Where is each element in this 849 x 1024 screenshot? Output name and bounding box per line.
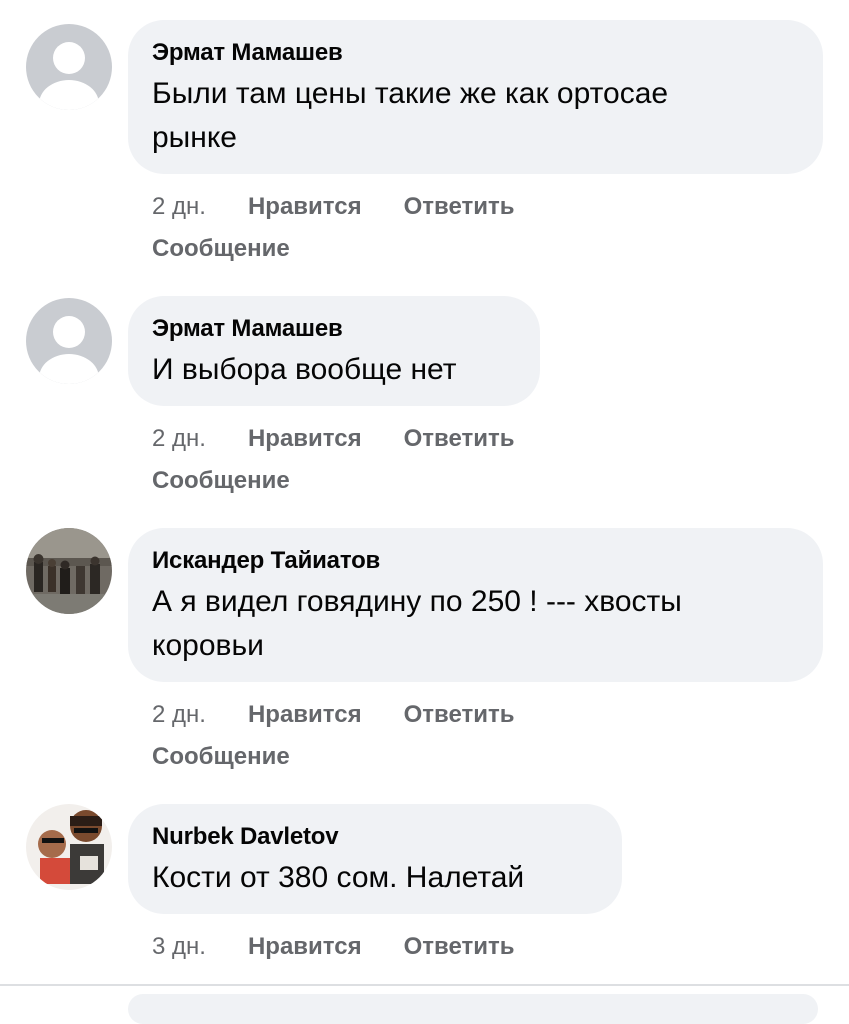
avatar[interactable] bbox=[26, 804, 112, 890]
comment-text-line: Были там цены такие же как ортосае bbox=[152, 77, 669, 110]
comment-author[interactable]: Искандер Тайиатов bbox=[152, 546, 799, 576]
avatar[interactable] bbox=[26, 298, 112, 384]
default-profile-icon bbox=[26, 298, 112, 384]
message-button[interactable]: Сообщение bbox=[152, 228, 290, 270]
comment-timestamp[interactable]: 2 дн. bbox=[152, 694, 206, 736]
like-button[interactable]: Нравится bbox=[248, 418, 362, 460]
divider bbox=[0, 984, 849, 986]
reply-button[interactable]: Ответить bbox=[404, 694, 515, 736]
comment-text-line: коровьи bbox=[152, 629, 264, 662]
user-photo bbox=[26, 804, 112, 890]
reply-button[interactable]: Ответить bbox=[404, 186, 515, 228]
comment-text: И выбора вообще нет bbox=[152, 353, 457, 386]
comment-bubble-partial bbox=[128, 994, 818, 1024]
comment-timestamp[interactable]: 2 дн. bbox=[152, 186, 206, 228]
comment-bubble: Nurbek Davletov Кости от 380 сом. Налета… bbox=[128, 804, 622, 914]
comment-text-line: рынке bbox=[152, 121, 237, 154]
comment-actions: 2 дн. Нравится Ответить Сообщение bbox=[152, 186, 752, 270]
like-button[interactable]: Нравится bbox=[248, 694, 362, 736]
comment-text: Кости от 380 сом. Налетай bbox=[152, 861, 525, 894]
message-button[interactable]: Сообщение bbox=[152, 460, 290, 502]
avatar[interactable] bbox=[26, 528, 112, 614]
user-photo bbox=[26, 528, 112, 614]
comment-text: Были там цены такие же как ортосае рынке bbox=[152, 72, 799, 160]
comment-actions: 3 дн. Нравится Ответить bbox=[152, 926, 752, 968]
comment-text-line: А я видел говядину по 250 ! --- хвосты bbox=[152, 585, 682, 618]
comment-timestamp[interactable]: 2 дн. bbox=[152, 418, 206, 460]
comment-author[interactable]: Nurbek Davletov bbox=[152, 822, 598, 852]
comment-author[interactable]: Эрмат Мамашев bbox=[152, 38, 799, 68]
default-profile-icon bbox=[26, 24, 112, 110]
avatar[interactable] bbox=[26, 24, 112, 110]
comment-bubble: Искандер Тайиатов А я видел говядину по … bbox=[128, 528, 823, 682]
like-button[interactable]: Нравится bbox=[248, 926, 362, 968]
comment-timestamp[interactable]: 3 дн. bbox=[152, 926, 206, 968]
like-button[interactable]: Нравится bbox=[248, 186, 362, 228]
message-button[interactable]: Сообщение bbox=[152, 736, 290, 778]
comment-author[interactable]: Эрмат Мамашев bbox=[152, 314, 516, 344]
reply-button[interactable]: Ответить bbox=[404, 418, 515, 460]
comment-actions: 2 дн. Нравится Ответить Сообщение bbox=[152, 418, 752, 502]
comment-text: А я видел говядину по 250 ! --- хвосты к… bbox=[152, 580, 799, 668]
reply-button[interactable]: Ответить bbox=[404, 926, 515, 968]
comment-bubble: Эрмат Мамашев Были там цены такие же как… bbox=[128, 20, 823, 174]
comment-bubble: Эрмат Мамашев И выбора вообще нет bbox=[128, 296, 540, 406]
comment-actions: 2 дн. Нравится Ответить Сообщение bbox=[152, 694, 752, 778]
